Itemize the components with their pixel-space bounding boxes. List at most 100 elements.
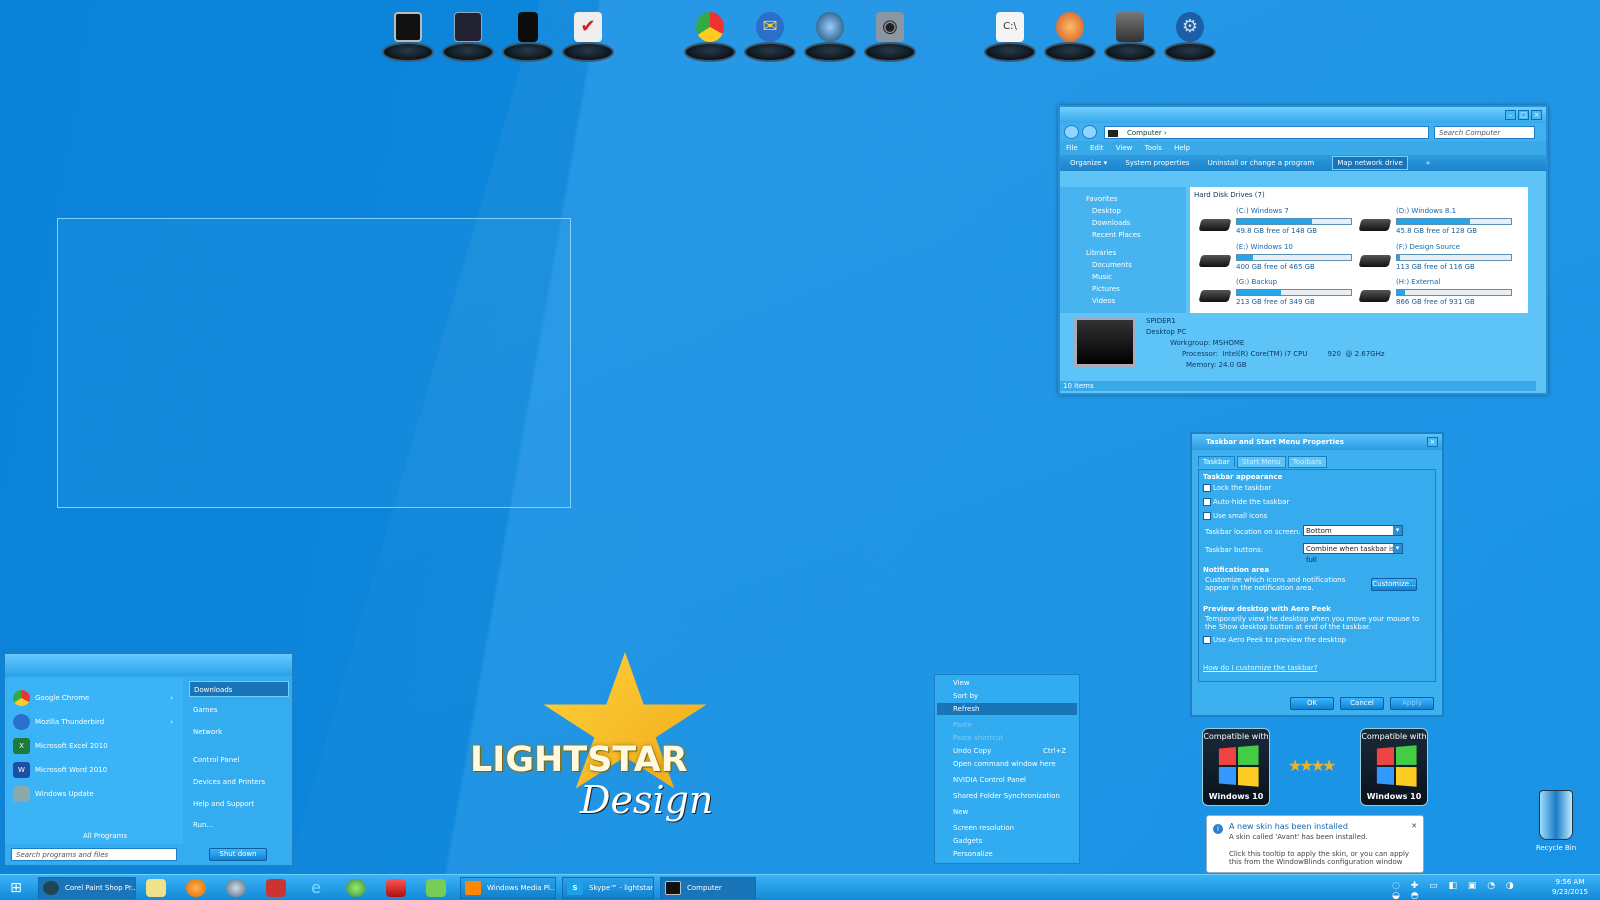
uninstall-button[interactable]: Uninstall or change a program (1208, 159, 1315, 167)
pc-tower-icon[interactable] (500, 6, 556, 62)
explorer-window[interactable]: – □ × Computer › Search Computer File Ed… (1058, 105, 1548, 395)
help-link[interactable]: How do I customize the taskbar? (1203, 664, 1317, 672)
explorer-titlebar[interactable]: – □ × (1060, 107, 1546, 123)
checklist-icon[interactable]: ✔ (560, 6, 616, 62)
aero-peek-checkbox[interactable]: Use Aero Peek to preview the desktop (1203, 636, 1346, 644)
tab-start-menu[interactable]: Start Menu (1236, 456, 1286, 468)
start-menu[interactable]: Google Chrome › Mozilla Thunderbird › X Mic… (3, 652, 294, 867)
ctx-paste[interactable]: Paste (953, 719, 1077, 731)
ctx-personalize[interactable]: Personalize (953, 848, 1077, 860)
apply-button[interactable]: Apply (1390, 697, 1434, 710)
cnet-document-icon[interactable]: C:\ (982, 6, 1038, 62)
camera-icon[interactable]: ◉ (862, 6, 918, 62)
nav-desktop[interactable]: Desktop (1060, 205, 1186, 217)
ctx-screen-resolution[interactable]: Screen resolution (953, 822, 1077, 834)
autohide-checkbox[interactable]: Auto-hide the taskbar (1203, 498, 1289, 506)
dialog-close-button[interactable]: × (1427, 437, 1438, 447)
firefox-icon[interactable] (186, 879, 206, 897)
ctx-new[interactable]: New (953, 806, 1077, 818)
nav-favorites[interactable]: Favorites (1060, 193, 1186, 205)
ctx-nvidia[interactable]: NVIDIA Control Panel (953, 774, 1077, 786)
task-paint-shop[interactable]: Corel Paint Shop Pr... (38, 877, 136, 899)
user-icon[interactable] (346, 879, 366, 897)
place-games[interactable]: Games (189, 702, 289, 718)
nav-recent-places[interactable]: Recent Places (1060, 229, 1186, 241)
back-icon[interactable] (1064, 125, 1079, 139)
ctx-view[interactable]: View (953, 677, 1077, 689)
ctx-paste-shortcut[interactable]: Paste shortcut (953, 732, 1077, 744)
drive-item[interactable]: (F:) Design Source 113 GB free of 116 GB (1358, 243, 1520, 275)
map-network-drive-button[interactable]: Map network drive (1332, 156, 1408, 170)
thunderbird-icon[interactable]: ✉ (742, 6, 798, 62)
desktop-context-menu[interactable]: View Sort by Refresh Paste Paste shortcu… (934, 674, 1080, 864)
drive-item[interactable]: (G:) Backup 213 GB free of 349 GB (1198, 278, 1360, 310)
program-excel[interactable]: X Microsoft Excel 2010 (11, 736, 179, 756)
address-bar[interactable]: Computer › (1104, 126, 1429, 139)
small-icons-checkbox[interactable]: Use small icons (1203, 512, 1267, 520)
media-center-icon[interactable] (1042, 6, 1098, 62)
archive-icon[interactable] (266, 879, 286, 897)
drive-item[interactable]: (E:) Windows 10 400 GB free of 465 GB (1198, 243, 1360, 275)
maximize-button[interactable]: □ (1518, 110, 1529, 120)
place-network[interactable]: Network (189, 724, 289, 740)
menu-help[interactable]: Help (1174, 144, 1190, 152)
media-player-icon[interactable] (440, 6, 496, 62)
notes-icon[interactable] (146, 879, 166, 897)
more-commands-button[interactable]: » (1426, 159, 1430, 167)
lock-taskbar-checkbox[interactable]: Lock the taskbar (1203, 484, 1271, 492)
internet-explorer-icon[interactable]: e (306, 879, 326, 897)
ok-button[interactable]: OK (1290, 697, 1334, 710)
server-icon[interactable] (1102, 6, 1158, 62)
taskbar-properties-dialog[interactable]: Taskbar and Start Menu Properties × Task… (1190, 432, 1444, 717)
place-devices-printers[interactable]: Devices and Printers (189, 774, 289, 790)
program-word[interactable]: W Microsoft Word 2010 (11, 760, 179, 780)
customize-button[interactable]: Customize... (1371, 578, 1417, 591)
minimize-button[interactable]: – (1505, 110, 1516, 120)
place-downloads[interactable]: Downloads (189, 681, 289, 697)
chrome-icon[interactable] (682, 6, 738, 62)
task-skype[interactable]: S Skype™ - lightstar... (562, 877, 654, 899)
place-run[interactable]: Run... (189, 817, 289, 833)
menu-view[interactable]: View (1116, 144, 1133, 152)
cube-icon[interactable] (386, 879, 406, 897)
cancel-button[interactable]: Cancel (1340, 697, 1384, 710)
nav-downloads[interactable]: Downloads (1060, 217, 1186, 229)
nav-libraries[interactable]: Libraries (1060, 247, 1186, 259)
start-button[interactable]: ⊞ (6, 879, 26, 897)
ctx-sort-by[interactable]: Sort by (953, 690, 1077, 702)
cloud-icon[interactable] (426, 879, 446, 897)
google-earth-icon[interactable] (802, 6, 858, 62)
all-programs[interactable]: All Programs (83, 832, 127, 840)
ctx-refresh[interactable]: Refresh (937, 703, 1077, 715)
program-thunderbird[interactable]: Mozilla Thunderbird › (11, 712, 179, 732)
task-media-player[interactable]: Windows Media Pl... (460, 877, 556, 899)
menu-tools[interactable]: Tools (1145, 144, 1162, 152)
dialog-title[interactable]: Taskbar and Start Menu Properties (1192, 434, 1442, 450)
start-search-input[interactable]: Search programs and files (11, 848, 177, 861)
ctx-gadgets[interactable]: Gadgets (953, 835, 1077, 847)
drive-item[interactable]: (H:) External 866 GB free of 931 GB (1358, 278, 1520, 310)
system-properties-button[interactable]: System properties (1125, 159, 1189, 167)
close-button[interactable]: × (1531, 110, 1542, 120)
nav-documents[interactable]: Documents (1060, 259, 1186, 271)
clock[interactable]: 9:56 AM 9/23/2015 (1546, 877, 1594, 897)
toast-close-icon[interactable]: ✕ (1411, 822, 1417, 830)
monitor-icon[interactable] (380, 6, 436, 62)
group-header[interactable]: Hard Disk Drives (7) (1194, 191, 1265, 199)
program-chrome[interactable]: Google Chrome › (11, 688, 179, 708)
system-tray[interactable]: ◌ ✚ ▭ ◧ ▣ ◔ ◑ ◒ ◓ (1392, 881, 1532, 900)
drive-item[interactable]: (D:) Windows 8.1 45.8 GB free of 128 GB (1358, 207, 1520, 239)
ctx-open-command[interactable]: Open command window here (953, 758, 1077, 770)
recycle-bin[interactable]: Recycle Bin (1534, 790, 1578, 856)
notification-toast[interactable]: i A new skin has been installed ✕ A skin… (1206, 815, 1424, 873)
tab-taskbar[interactable]: Taskbar (1198, 456, 1235, 467)
search-input[interactable]: Search Computer (1434, 126, 1535, 139)
ctx-shared-folder[interactable]: Shared Folder Synchronization (953, 790, 1077, 802)
place-help-support[interactable]: Help and Support (189, 796, 289, 812)
buttons-select[interactable]: Combine when taskbar is full (1303, 543, 1403, 564)
task-computer[interactable]: Computer (660, 877, 756, 899)
menu-file[interactable]: File (1066, 144, 1078, 152)
cursor-icon[interactable] (226, 879, 246, 897)
forward-icon[interactable] (1082, 125, 1097, 139)
drive-item[interactable]: (C:) Windows 7 49.8 GB free of 148 GB (1198, 207, 1360, 239)
